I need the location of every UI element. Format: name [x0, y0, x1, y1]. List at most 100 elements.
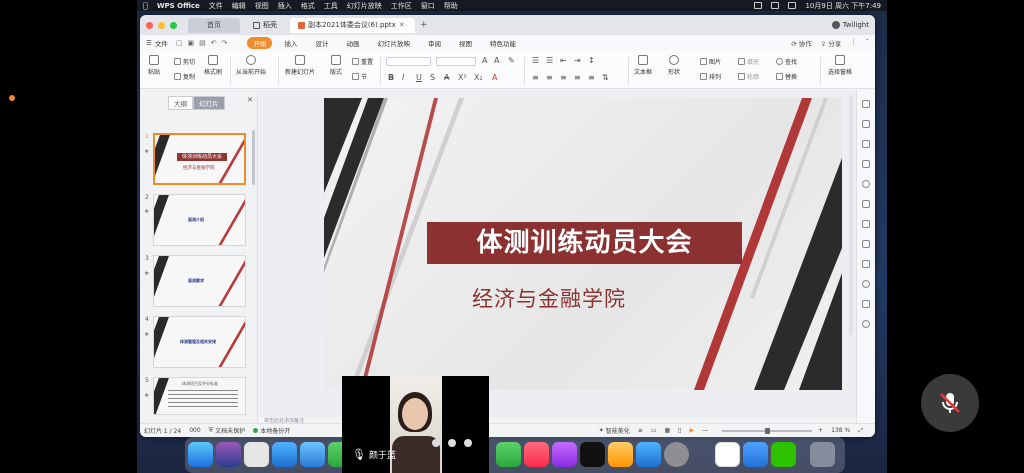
font-size-select[interactable]: [436, 57, 476, 66]
menubar-datetime[interactable]: 10月9日 周六 下午7:49: [805, 1, 881, 11]
collaborate-button[interactable]: ⟳ 协作: [791, 38, 812, 48]
align-left-icon[interactable]: ≡: [532, 73, 539, 82]
close-window-button[interactable]: [146, 21, 153, 29]
menu-window[interactable]: 窗口: [421, 1, 435, 11]
status-icon[interactable]: [754, 2, 763, 9]
tab-animation[interactable]: 动画: [340, 37, 365, 49]
doc-protection[interactable]: ⛨ 文档未保护: [209, 426, 246, 436]
tab-features[interactable]: 特色功能: [484, 37, 522, 49]
zoom-slider[interactable]: [722, 427, 813, 434]
share-icon[interactable]: [862, 300, 870, 308]
distribute-icon[interactable]: ≡: [588, 73, 595, 82]
reset-button[interactable]: 重置: [352, 57, 373, 66]
menu-file[interactable]: 文件: [209, 1, 223, 11]
close-panel-icon[interactable]: ✕: [247, 96, 253, 104]
settings-icon[interactable]: [862, 240, 870, 248]
siri-icon[interactable]: [216, 442, 241, 467]
system-preferences-icon[interactable]: [664, 442, 689, 467]
strikethrough-icon[interactable]: A: [444, 73, 449, 82]
menu-edit[interactable]: 编辑: [232, 1, 246, 11]
menu-help[interactable]: 帮助: [444, 1, 458, 11]
local-backup[interactable]: 本地备份开: [253, 426, 290, 435]
control-dot[interactable]: [464, 439, 472, 447]
tab-slideshow[interactable]: 幻灯片放映: [371, 37, 416, 49]
slide-thumb-2[interactable]: 面测介绍: [153, 194, 246, 246]
zoom-in-icon[interactable]: +: [818, 427, 823, 434]
outline-button[interactable]: 轮廓: [738, 72, 759, 81]
subscript-icon[interactable]: X₂: [474, 73, 483, 82]
messages-icon[interactable]: [496, 442, 521, 467]
slide-thumb-3[interactable]: 面测要求: [153, 255, 246, 307]
slide[interactable]: 体测训练动员大会 经济与金融学院: [324, 98, 842, 390]
text-direction-icon[interactable]: ⇅: [602, 73, 609, 82]
font-color-icon[interactable]: A: [492, 73, 497, 82]
tab-insert[interactable]: 插入: [278, 37, 303, 49]
sorter-view-icon[interactable]: ▦: [664, 427, 670, 434]
italic-icon[interactable]: I: [402, 73, 404, 82]
paste-button[interactable]: 粘贴: [148, 55, 160, 76]
tab-slides[interactable]: 幻灯片: [193, 96, 225, 110]
transition-icon[interactable]: [862, 200, 870, 208]
properties-icon[interactable]: [862, 100, 870, 108]
menu-view[interactable]: 视图: [255, 1, 269, 11]
print-icon[interactable]: ▤: [199, 39, 206, 47]
safari-icon[interactable]: [272, 442, 297, 467]
tab-outline[interactable]: 大纲: [168, 96, 193, 110]
control-dot[interactable]: [432, 439, 440, 447]
bold-icon[interactable]: B: [388, 73, 394, 82]
section-button[interactable]: 节: [352, 72, 367, 81]
fit-window-icon[interactable]: ⤢: [858, 427, 863, 435]
more-icon[interactable]: ⋮: [850, 38, 857, 48]
zoom-out-icon[interactable]: —: [702, 427, 708, 434]
finder-icon[interactable]: [188, 442, 213, 467]
tencent-meeting-icon[interactable]: [743, 442, 768, 467]
mail-icon[interactable]: [300, 442, 325, 467]
from-current-button[interactable]: 从当前开始: [236, 55, 266, 76]
music-icon[interactable]: [524, 442, 549, 467]
font-family-select[interactable]: [386, 57, 431, 66]
tab-review[interactable]: 审阅: [422, 37, 447, 49]
slide-subtitle[interactable]: 经济与金融学院: [472, 283, 626, 313]
menubar-app-name[interactable]: WPS Office: [157, 2, 200, 10]
collapse-ribbon-icon[interactable]: ˆ: [866, 38, 869, 48]
select-pane-button[interactable]: 选择窗格: [828, 55, 852, 76]
menu-format[interactable]: 格式: [301, 1, 315, 11]
wps-icon[interactable]: [715, 442, 740, 467]
notes-toggle-icon[interactable]: ≡: [638, 427, 643, 434]
copy-button[interactable]: 复制: [174, 72, 195, 81]
underline-icon[interactable]: U: [416, 73, 422, 82]
wechat-icon[interactable]: [771, 442, 796, 467]
appletv-icon[interactable]: [580, 442, 605, 467]
share-button[interactable]: ⇪ 分享: [821, 38, 842, 48]
save-icon[interactable]: ▣: [187, 39, 194, 47]
menu-slideshow[interactable]: 幻灯片放映: [347, 1, 382, 11]
reading-view-icon[interactable]: ▯: [678, 427, 681, 434]
fill-button[interactable]: 填充: [738, 57, 759, 66]
menu-tools[interactable]: 工具: [324, 1, 338, 11]
control-dot[interactable]: [448, 439, 456, 447]
history-icon[interactable]: [862, 280, 870, 288]
menu-insert[interactable]: 插入: [278, 1, 292, 11]
zoom-slider-thumb[interactable]: [764, 427, 770, 434]
mute-microphone-button[interactable]: [921, 374, 979, 432]
arrange-button[interactable]: 排列: [700, 72, 721, 81]
align-center-icon[interactable]: ≡: [546, 73, 553, 82]
smart-beautify-button[interactable]: ✦ 智能美化: [599, 426, 630, 435]
video-overlay[interactable]: 🎙 颜于蓝: [342, 376, 489, 473]
justify-icon[interactable]: ≡: [574, 73, 581, 82]
brush-icon[interactable]: [862, 140, 870, 148]
indent-decrease-icon[interactable]: ⇤: [560, 56, 567, 65]
shape-button[interactable]: 形状: [668, 55, 680, 76]
indent-increase-icon[interactable]: ⇥: [574, 56, 581, 65]
tab-view[interactable]: 视图: [453, 37, 478, 49]
open-icon[interactable]: ▢: [176, 39, 183, 47]
pin-icon[interactable]: [862, 220, 870, 228]
slide-thumb-4[interactable]: 体测管理及相关安排: [153, 316, 246, 368]
close-tab-icon[interactable]: ✕: [399, 21, 405, 29]
slide-title[interactable]: 体测训练动员大会: [427, 222, 742, 264]
line-spacing-icon[interactable]: ↕: [588, 56, 595, 65]
picture-button[interactable]: 图片: [700, 57, 721, 66]
format-painter-button[interactable]: 格式刷: [204, 55, 222, 76]
menu-workspace[interactable]: 工作区: [391, 1, 412, 11]
slide-thumb-1[interactable]: 体测训练动员大会 经济与金融学院: [153, 133, 246, 185]
